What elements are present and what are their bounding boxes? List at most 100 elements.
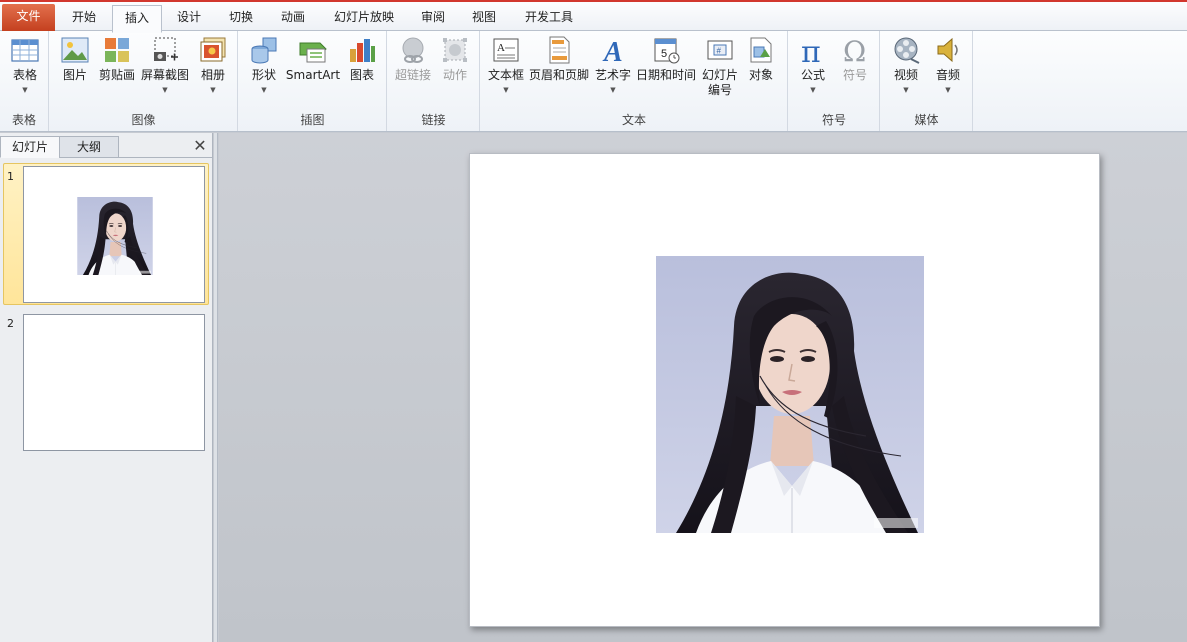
dropdown-arrow-icon: ▼ (503, 86, 509, 94)
tab-slideshow[interactable]: 幻灯片放映 (322, 5, 406, 31)
tab-file[interactable]: 文件 (2, 4, 55, 31)
film-reel-icon (894, 37, 920, 64)
group-symbols: π 公式 ▼ Ω 符号 符号 (789, 31, 880, 131)
clipart-icon (105, 38, 129, 62)
group-label-tables: 表格 (11, 113, 36, 127)
object-button[interactable]: 对象 (743, 35, 779, 83)
ribbon-tab-bar: 文件 开始 插入 设计 切换 动画 幻灯片放映 审阅 视图 开发工具 (0, 2, 1187, 33)
picture-label: 图片 (62, 68, 87, 82)
slide-thumbnail-1[interactable] (23, 166, 205, 303)
slide-canvas[interactable] (469, 153, 1100, 627)
clipart-label: 剪贴画 (98, 68, 135, 82)
action-icon (443, 38, 467, 62)
object-label: 对象 (748, 68, 773, 82)
slide-number-label-1: 幻灯片 (701, 68, 738, 82)
textbox-button[interactable]: A 文本框 ▼ (484, 35, 528, 95)
svg-text:π: π (801, 35, 821, 65)
video-label: 视频 (893, 68, 918, 82)
chart-label: 图表 (349, 68, 374, 82)
group-images: 图片 剪贴画 屏幕截图 ▼ 相册 ▼ 图像 (50, 31, 238, 131)
table-icon (11, 39, 39, 62)
action-label: 动作 (442, 68, 467, 82)
dropdown-arrow-icon: ▼ (210, 86, 216, 94)
portrait-thumbnail-image (77, 197, 153, 275)
dropdown-arrow-icon: ▼ (810, 86, 816, 94)
header-footer-label: 页眉和页脚 (528, 68, 589, 82)
wordart-button[interactable]: A 艺术字 ▼ (591, 35, 635, 95)
video-button[interactable]: 视频 ▼ (885, 35, 927, 95)
smartart-label: SmartArt (285, 68, 341, 82)
smartart-icon (299, 42, 327, 63)
hyperlink-icon (402, 37, 424, 63)
svg-text:A: A (497, 42, 505, 54)
action-button[interactable]: 动作 (435, 35, 475, 83)
audio-button[interactable]: 音频 ▼ (927, 35, 969, 95)
group-label-images: 图像 (131, 113, 156, 127)
textbox-icon: A (493, 38, 519, 62)
dropdown-arrow-icon: ▼ (22, 86, 28, 94)
slide-thumbnail-2[interactable] (23, 314, 205, 451)
group-links: 超链接 动作 链接 (388, 31, 480, 131)
slide-number-label-2: 编号 (707, 83, 732, 97)
speaker-icon (937, 37, 958, 63)
tab-home[interactable]: 开始 (59, 5, 109, 31)
chart-icon (350, 39, 375, 62)
slide-number-button[interactable]: # 幻灯片 编号 (697, 35, 743, 98)
portrait-image[interactable] (656, 256, 924, 533)
tab-slides[interactable]: 幻灯片 (0, 136, 60, 158)
tab-insert[interactable]: 插入 (112, 5, 162, 33)
shapes-label: 形状 (251, 68, 276, 82)
clipart-button[interactable]: 剪贴画 (96, 35, 138, 83)
pane-tabs: 幻灯片 大纲 (0, 136, 213, 158)
tab-view[interactable]: 视图 (461, 5, 507, 31)
tab-animations[interactable]: 动画 (269, 5, 317, 31)
header-footer-icon (549, 36, 570, 64)
audio-label: 音频 (935, 68, 960, 82)
equation-label: 公式 (800, 68, 825, 82)
shapes-icon (251, 37, 277, 64)
equation-button[interactable]: π 公式 ▼ (793, 35, 833, 95)
date-time-button[interactable]: 5 日期和时间 (635, 35, 697, 83)
header-footer-button[interactable]: 页眉和页脚 (528, 35, 590, 83)
photo-album-button[interactable]: 相册 ▼ (192, 35, 234, 95)
picture-button[interactable]: 图片 (54, 35, 96, 83)
chart-button[interactable]: 图表 (341, 35, 383, 83)
shapes-button[interactable]: 形状 ▼ (243, 35, 285, 95)
tab-transitions[interactable]: 切换 (217, 5, 265, 31)
dropdown-arrow-icon: ▼ (610, 86, 616, 94)
screenshot-button[interactable]: 屏幕截图 ▼ (138, 35, 192, 95)
textbox-label: 文本框 (487, 68, 524, 82)
wordart-icon: A (602, 37, 623, 65)
group-label-media: 媒体 (914, 113, 939, 127)
symbol-button[interactable]: Ω 符号 (835, 35, 875, 83)
table-button[interactable]: 表格 ▼ (4, 35, 46, 95)
dropdown-arrow-icon: ▼ (903, 86, 909, 94)
smartart-button[interactable]: SmartArt (285, 35, 341, 83)
slides-pane: 幻灯片 大纲 ✕ 1 2 (0, 133, 213, 642)
photo-album-label: 相册 (200, 68, 225, 82)
picture-icon (61, 37, 89, 63)
group-label-symbols: 符号 (821, 113, 846, 127)
tab-developer[interactable]: 开发工具 (512, 5, 586, 31)
hyperlink-button[interactable]: 超链接 (391, 35, 435, 83)
group-text: A 文本框 ▼ 页眉和页脚 A 艺术字 ▼ 5 日期和时间 # 幻灯片 编号 对… (481, 31, 788, 131)
tab-design[interactable]: 设计 (165, 5, 213, 31)
group-tables: 表格 ▼ 表格 (0, 31, 49, 131)
pi-icon: π (801, 35, 821, 65)
slide-editor (219, 133, 1187, 642)
group-media: 视频 ▼ 音频 ▼ 媒体 (881, 31, 973, 131)
tab-outline[interactable]: 大纲 (59, 136, 119, 158)
svg-text:Ω: Ω (843, 35, 866, 65)
table-label: 表格 (12, 68, 37, 82)
screenshot-icon (154, 37, 178, 61)
group-label-illustrations: 插图 (300, 113, 325, 127)
slide-number-icon: # (707, 40, 733, 60)
pane-splitter[interactable] (214, 133, 218, 642)
close-icon[interactable]: ✕ (191, 136, 209, 156)
dropdown-arrow-icon: ▼ (945, 86, 951, 94)
calendar-icon: 5 (654, 38, 680, 64)
group-label-links: 链接 (421, 113, 446, 127)
svg-text:A: A (602, 37, 623, 65)
svg-text:5: 5 (661, 48, 667, 60)
tab-review[interactable]: 审阅 (410, 5, 456, 31)
